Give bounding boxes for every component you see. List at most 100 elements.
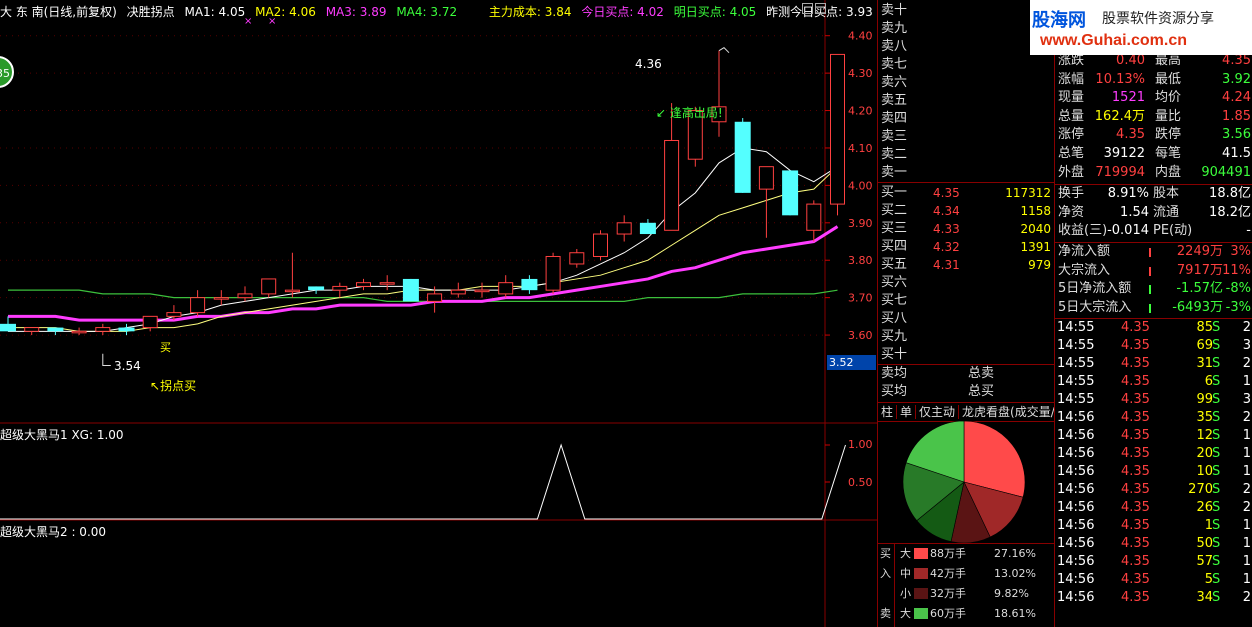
ma-magenta-line	[8, 225, 839, 322]
candle	[782, 170, 799, 216]
low-marker	[102, 353, 111, 367]
tomorrow-buy-value: 明日买点: 4.05	[673, 5, 757, 19]
tick-count: 1	[1242, 536, 1251, 551]
buy-level-row[interactable]: 买二 4.34 1158	[878, 202, 1055, 220]
candle-body	[71, 330, 87, 334]
stock-name[interactable]: 大 东 南(日线,前复权)	[0, 5, 117, 19]
tab-bar: 柱单仅主动龙虎看盘(成交量/质	[878, 403, 1055, 421]
tab-dragon-tiger[interactable]: 龙虎看盘(成交量/质	[959, 405, 1055, 419]
tick-row[interactable]: 14:56 4.35 270 S 2	[1057, 481, 1252, 499]
tick-row[interactable]: 14:55 4.35 69 S 3	[1057, 337, 1252, 355]
sell-level-row[interactable]: 卖九	[878, 20, 1055, 38]
price-axis-label: 4.10	[848, 142, 873, 155]
tick-time: 14:55	[1057, 392, 1095, 407]
buy-level-label: 买八	[881, 311, 908, 326]
tab-bar-chart[interactable]: 柱	[878, 405, 898, 419]
candle-body	[95, 327, 111, 332]
sell-level-label: 卖四	[881, 111, 908, 126]
sell-level-label: 卖一	[881, 165, 908, 180]
candle-body	[830, 53, 845, 205]
tick-row[interactable]: 14:56 4.35 1 S 1	[1057, 517, 1252, 535]
tick-price: 4.35	[1121, 518, 1150, 533]
tick-price: 4.35	[1121, 320, 1150, 335]
sell-level-row[interactable]: 卖一	[878, 164, 1055, 182]
fund-value: 18.2亿	[1209, 204, 1251, 220]
candle	[639, 219, 656, 235]
tick-side: S	[1212, 338, 1221, 353]
tab-active-only[interactable]: 仅主动	[916, 405, 960, 419]
tick-count: 2	[1242, 320, 1251, 335]
quote-value: 1.85	[1222, 108, 1251, 124]
sub1-label: 超级大黑马1 XG: 1.00	[0, 428, 124, 442]
price-axis-label: 4.20	[848, 105, 873, 118]
buy-level-price: 4.33	[933, 222, 960, 236]
buy-level-label: 买九	[881, 329, 908, 344]
tick-row[interactable]: 14:55 4.35 99 S 3	[1057, 391, 1252, 409]
tick-row[interactable]: 14:56 4.35 26 S 2	[1057, 499, 1252, 517]
sell-level-label: 卖九	[881, 21, 908, 36]
price-axis-label: 4.40	[848, 30, 873, 43]
sell-level-row[interactable]: 卖五	[878, 92, 1055, 110]
buy-level-row[interactable]: 买三 4.33 2040	[878, 220, 1055, 238]
tick-price: 4.35	[1121, 536, 1150, 551]
tick-row[interactable]: 14:56 4.35 20 S 1	[1057, 445, 1252, 463]
restore-icon[interactable]	[815, 3, 826, 14]
kline-canvas[interactable]: 4.404.304.204.104.003.903.803.703.60× ×	[0, 0, 877, 627]
sell-level-row[interactable]: 卖二	[878, 146, 1055, 164]
tick-price: 4.35	[1121, 590, 1150, 605]
chart-title-bar: 大 东 南(日线,前复权) 决胜拐点 MA1: 4.05 MA2: 4.06 M…	[0, 3, 879, 20]
tick-count: 1	[1242, 446, 1251, 461]
tick-price: 4.35	[1121, 374, 1150, 389]
sell-level-row[interactable]: 卖七	[878, 56, 1055, 74]
sell-level-row[interactable]: 卖十	[878, 2, 1055, 20]
candle-body	[237, 293, 253, 299]
legend-side: 买	[880, 547, 891, 560]
quote-row: 总笔 39122 每笔 41.5	[1055, 145, 1252, 163]
logo-url: www.Guhai.com.cn	[1040, 32, 1187, 49]
buy-level-row[interactable]: 买九	[878, 328, 1055, 346]
flow-percent: 3%	[1230, 244, 1251, 259]
legend-percent: 27.16%	[994, 547, 1036, 560]
sell-level-row[interactable]: 卖四	[878, 110, 1055, 128]
buy-level-row[interactable]: 买七	[878, 292, 1055, 310]
tick-count: 1	[1242, 428, 1251, 443]
buy-level-row[interactable]: 买八	[878, 310, 1055, 328]
buy-level-price: 4.31	[933, 258, 960, 272]
candle	[190, 290, 206, 317]
sell-level-row[interactable]: 卖三	[878, 128, 1055, 146]
tick-row[interactable]: 14:56 4.35 35 S 2	[1057, 409, 1252, 427]
tick-row[interactable]: 14:55 4.35 85 S 2	[1057, 319, 1252, 337]
tick-row[interactable]: 14:55 4.35 31 S 2	[1057, 355, 1252, 373]
tick-row[interactable]: 14:56 4.35 10 S 1	[1057, 463, 1252, 481]
buy-level-label: 买四	[881, 239, 908, 254]
tick-volume: 270	[1188, 482, 1213, 497]
candle	[734, 118, 751, 193]
tick-price: 4.35	[1121, 356, 1150, 371]
tick-row[interactable]: 14:56 4.35 5 S 1	[1057, 571, 1252, 589]
tick-row[interactable]: 14:55 4.35 6 S 1	[1057, 373, 1252, 391]
flow-percent: -3%	[1225, 299, 1251, 315]
sell-level-row[interactable]: 卖八	[878, 38, 1055, 56]
tick-volume: 99	[1196, 392, 1213, 407]
buy-level-row[interactable]: 买四 4.32 1391	[878, 238, 1055, 256]
tab-single[interactable]: 单	[897, 405, 917, 419]
candle-body	[213, 297, 229, 300]
minimize-icon[interactable]	[802, 3, 813, 14]
buy-level-row[interactable]: 买一 4.35 117312	[878, 184, 1055, 202]
quote-row: 涨停 4.35 跌停 3.56	[1055, 126, 1252, 144]
tick-count: 1	[1242, 374, 1251, 389]
price-axis-label: 3.80	[848, 254, 873, 267]
tick-row[interactable]: 14:56 4.35 57 S 1	[1057, 553, 1252, 571]
tick-row[interactable]: 14:56 4.35 12 S 1	[1057, 427, 1252, 445]
buy-level-row[interactable]: 买十	[878, 346, 1055, 364]
indicator-name[interactable]: 决胜拐点	[127, 5, 175, 19]
tick-count: 3	[1242, 392, 1251, 407]
total-sell-label: 总卖	[968, 366, 995, 381]
buy-level-row[interactable]: 买六	[878, 274, 1055, 292]
fund-label: PE(动)	[1153, 223, 1193, 238]
tick-row[interactable]: 14:56 4.35 34 S 2	[1057, 589, 1252, 607]
tick-row[interactable]: 14:56 4.35 50 S 1	[1057, 535, 1252, 553]
kline-chart-panel[interactable]: 4.40 4.30 4.20 4.10 4.00 3.90 3.80 3.70 3.60 × × 大…	[0, 0, 877, 627]
buy-level-row[interactable]: 买五 4.31 979	[878, 256, 1055, 274]
sell-level-row[interactable]: 卖六	[878, 74, 1055, 92]
